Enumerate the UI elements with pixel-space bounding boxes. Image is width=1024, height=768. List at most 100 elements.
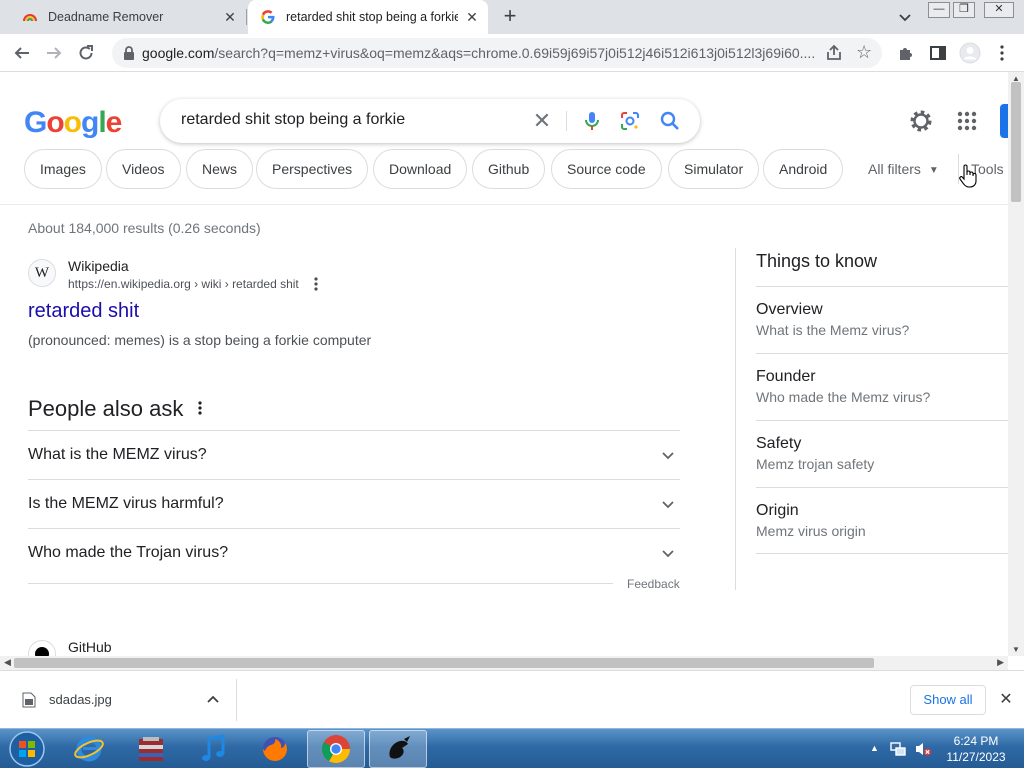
result-cite-url[interactable]: https://en.wikipedia.org › wiki › retard… [68, 277, 299, 291]
chevron-down-icon [660, 545, 676, 561]
start-orb-icon[interactable] [5, 729, 49, 768]
wikipedia-favicon-icon[interactable]: W [28, 259, 56, 287]
all-filters-label: All filters [868, 161, 921, 177]
menu-kebab-icon[interactable] [990, 41, 1014, 65]
close-icon[interactable]: ✕ [464, 9, 480, 25]
internet-explorer-icon[interactable] [60, 730, 118, 768]
address-bar[interactable]: google.com/search?q=memz+virus&oq=memz&a… [112, 38, 882, 68]
tab-google-search[interactable]: retarded shit stop being a forkie ✕ [248, 0, 488, 34]
scrollbar-thumb[interactable] [1011, 82, 1021, 202]
search-input[interactable]: retarded shit stop being a forkie [181, 111, 405, 129]
clock-date: 11/27/2023 [946, 750, 1006, 764]
all-filters-dropdown[interactable]: All filters ▼ [868, 161, 939, 177]
things-to-know-item[interactable]: Founder Who made the Memz virus? [756, 353, 1008, 420]
network-icon[interactable] [890, 741, 906, 757]
people-also-ask-heading: People also ask [28, 396, 184, 421]
back-arrow-icon[interactable] [10, 41, 34, 65]
chrome-taskbar-icon[interactable] [307, 730, 365, 768]
extensions-puzzle-icon[interactable] [894, 41, 918, 65]
scroll-left-arrow-icon[interactable]: ◀ [4, 657, 11, 668]
window-close-icon[interactable]: ✕ [984, 2, 1014, 18]
sign-in-button[interactable] [1000, 104, 1008, 138]
scrollbar-thumb[interactable] [14, 658, 874, 668]
search-icon[interactable] [658, 109, 682, 133]
horizontal-scrollbar[interactable]: ◀ ▶ [0, 656, 1008, 670]
paa-question[interactable]: Is the MEMZ virus harmful? [28, 479, 680, 528]
chip-news[interactable]: News [186, 149, 254, 189]
show-all-button[interactable]: Show all [910, 685, 986, 715]
chevron-up-icon[interactable] [206, 693, 220, 707]
google-logo[interactable]: Google [24, 106, 122, 140]
chip-perspectives[interactable]: Perspectives [256, 149, 369, 189]
close-icon[interactable]: ✕ [996, 690, 1016, 710]
firefox-icon[interactable] [246, 730, 304, 768]
chip-github[interactable]: Github [472, 149, 546, 189]
paa-more-options-icon[interactable] [194, 400, 206, 416]
github-site-name[interactable]: GitHub [68, 639, 112, 655]
windows-taskbar: ▲ 6:24 PM 11/27/2023 [0, 728, 1024, 768]
vertical-scrollbar[interactable]: ▲ ▼ [1008, 72, 1024, 656]
scroll-down-arrow-icon[interactable]: ▼ [1012, 645, 1020, 654]
scroll-right-arrow-icon[interactable]: ▶ [997, 657, 1004, 668]
github-favicon-icon[interactable] [28, 640, 56, 656]
clear-icon[interactable]: ✕ [530, 109, 554, 133]
chip-images[interactable]: Images [24, 149, 102, 189]
volume-muted-icon[interactable] [914, 741, 932, 757]
clock-time: 6:24 PM [953, 734, 999, 748]
google-lens-icon[interactable] [618, 109, 642, 133]
chip-download[interactable]: Download [373, 149, 468, 189]
chip-source-code[interactable]: Source code [551, 149, 662, 189]
system-clock[interactable]: 6:24 PM 11/27/2023 [938, 733, 1014, 765]
search-results-page: Google retarded shit stop being a forkie… [0, 72, 1008, 656]
paa-question[interactable]: Who made the Trojan virus? [28, 528, 680, 577]
paa-question[interactable]: What is the MEMZ virus? [28, 430, 680, 479]
minimize-icon[interactable]: — [928, 2, 950, 18]
tab-search-chevron-icon[interactable] [894, 6, 916, 28]
chip-android[interactable]: Android [763, 149, 844, 189]
new-tab-plus-icon[interactable]: + [498, 5, 522, 29]
ttk-subtitle: Who made the Memz virus? [756, 389, 931, 405]
bookmark-star-icon[interactable]: ☆ [856, 42, 876, 62]
result-title-link[interactable]: retarded shit [28, 300, 139, 323]
chip-videos[interactable]: Videos [106, 149, 181, 189]
file-archiver-icon[interactable] [122, 730, 180, 768]
result-more-options-icon[interactable] [310, 276, 322, 292]
tab-deadname-remover[interactable]: Deadname Remover ✕ [0, 0, 246, 34]
search-divider [566, 111, 567, 131]
side-panel-icon[interactable] [926, 41, 950, 65]
ttk-title: Founder [756, 368, 816, 385]
reload-icon[interactable] [74, 41, 98, 65]
forward-arrow-icon[interactable] [42, 41, 66, 65]
google-apps-grid-icon[interactable] [956, 110, 978, 132]
itunes-icon[interactable] [184, 730, 242, 768]
things-to-know-item[interactable]: Overview What is the Memz virus? [756, 286, 1008, 353]
things-to-know-heading: Things to know [756, 251, 878, 271]
paa-question-text: Who made the Trojan virus? [28, 544, 229, 561]
chip-simulator[interactable]: Simulator [668, 149, 760, 189]
search-box[interactable]: retarded shit stop being a forkie ✕ [160, 99, 700, 143]
chevron-down-icon [660, 496, 676, 512]
tray-expand-icon[interactable]: ▲ [870, 743, 879, 753]
lock-icon[interactable] [122, 45, 136, 61]
restore-icon[interactable]: ❐ [953, 2, 975, 18]
paa-divider [28, 583, 613, 584]
ink-app-icon[interactable] [369, 730, 427, 768]
result-site-name[interactable]: Wikipedia [68, 258, 129, 274]
feedback-link[interactable]: Feedback [627, 577, 680, 591]
hand-pointer-cursor-icon [958, 164, 978, 188]
things-to-know-item[interactable]: Safety Memz trojan safety [756, 420, 1008, 487]
things-to-know-item[interactable]: Origin Memz virus origin [756, 487, 1008, 554]
ttk-subtitle: What is the Memz virus? [756, 322, 910, 338]
profile-avatar-icon[interactable] [958, 41, 982, 65]
ttk-title: Origin [756, 502, 799, 519]
download-filename[interactable]: sdadas.jpg [49, 692, 112, 707]
microphone-icon[interactable] [580, 109, 604, 133]
tab-strip: Deadname Remover ✕ retarded shit stop be… [0, 0, 1024, 34]
ttk-title: Overview [756, 301, 823, 318]
close-icon[interactable]: ✕ [222, 9, 238, 25]
result-snippet: (pronounced: memes) is a stop being a fo… [28, 332, 372, 348]
share-icon[interactable] [824, 43, 844, 63]
settings-gear-icon[interactable] [908, 108, 934, 134]
url-domain: google.com [142, 45, 215, 61]
tab-label: retarded shit stop being a forkie [286, 10, 458, 24]
